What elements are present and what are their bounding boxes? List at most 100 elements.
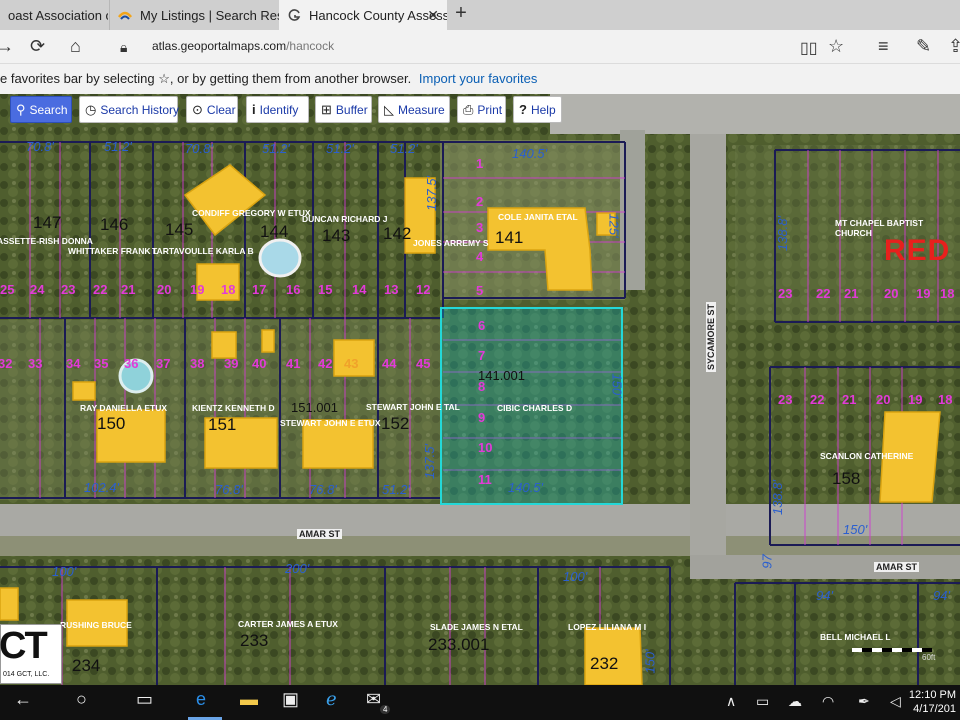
pen-icon[interactable]: ✒ [858, 693, 870, 710]
page-favicon-icon [287, 8, 301, 22]
parcel-number: 151.001 [291, 400, 338, 415]
print-button[interactable]: ⎙ Print [457, 96, 506, 123]
tab-coast-association[interactable]: oast Association of Re [0, 0, 108, 30]
parcel-number: 232 [590, 654, 619, 673]
parcel-number: 234 [72, 656, 101, 675]
owner-label: STEWART JOHN E ETUX [280, 418, 381, 428]
street-label-sycamore: SYCAMORE ST [706, 301, 717, 373]
parcel-number: 152 [381, 414, 410, 433]
owner-label: DUNCAN RICHARD J [302, 214, 388, 224]
forward-arrow-icon[interactable]: → [0, 36, 14, 57]
store-icon[interactable]: ▣ [282, 689, 299, 710]
owner-label: LOPEZ LILIANA M I [568, 622, 647, 632]
taskbar: ← ○ ▭ e ▬ ▣ ℯ ✉ 4 ∧ ▭ ☁ ◠ ✒ ◁ 12:10 PM 4… [0, 685, 960, 720]
file-explorer-icon[interactable]: ▬ [240, 689, 258, 710]
owner-label: SCANLON CATHERINE [820, 451, 914, 461]
gct-logo: CT 014 GCT, LLC. [0, 624, 62, 684]
tab-title: My Listings | Search Results [140, 7, 279, 23]
ruler-icon: ◺ [384, 101, 394, 117]
mail-badge: 4 [380, 705, 391, 714]
parcel-number: 141 [495, 228, 524, 247]
import-favorites-link[interactable]: Import your favorites [419, 71, 538, 86]
search-history-button[interactable]: ◷ Search History [79, 96, 179, 123]
parcel-number: 151 [208, 415, 237, 434]
parcel-number: 145 [165, 220, 194, 239]
tab-my-listings[interactable]: My Listings | Search Results [109, 0, 279, 30]
tab-bar: oast Association of Re My Listings | Sea… [0, 0, 960, 30]
new-tab-icon[interactable]: + [450, 2, 472, 25]
task-view-icon[interactable]: ▭ [136, 689, 153, 710]
favorite-star-icon[interactable]: ☆ [828, 36, 844, 57]
street-label-amar-east: AMAR ST [874, 562, 919, 572]
close-tab-icon[interactable]: ✕ [427, 7, 439, 24]
listings-favicon-icon [118, 8, 132, 22]
wifi-icon[interactable]: ◠ [822, 693, 834, 710]
parcel-number: 146 [100, 215, 129, 234]
favorites-bar: e favorites bar by selecting ☆, or by ge… [0, 64, 960, 94]
identify-button[interactable]: i Identify [246, 96, 309, 123]
owner-label: CONDIFF GREGORY W ETUX [192, 208, 311, 218]
parcel-number: 144 [260, 222, 289, 241]
search-icon: ⚲ [16, 101, 26, 117]
battery-icon[interactable]: ▭ [756, 693, 769, 710]
web-note-icon[interactable]: ✎ [916, 36, 931, 57]
edge-browser-icon[interactable]: e [196, 689, 206, 710]
clock-icon: ◷ [85, 101, 97, 117]
url-field[interactable]: atlas.geoportalmaps.com/hancock [152, 39, 334, 53]
parcel-number: 142 [383, 224, 412, 243]
refresh-icon[interactable]: ⟳ [30, 36, 45, 57]
scale-bar: 60ft [852, 648, 935, 662]
clear-button[interactable]: ⊙ Clear [186, 96, 238, 123]
help-icon: ? [519, 102, 527, 117]
clock-date: 4/17/201 [913, 703, 956, 715]
favorites-message: e favorites bar by selecting ☆, or by ge… [0, 71, 412, 86]
buffer-button[interactable]: ⊞ Buffer [315, 96, 372, 123]
owner-label: CARTER JAMES A ETUX [238, 619, 338, 629]
street-label-amar-west: AMAR ST [297, 529, 342, 539]
parcel-number: 233.001 [428, 635, 490, 654]
owner-label: RUSHING BRUCE [60, 620, 132, 630]
address-bar: → ⟳ ⌂ 🔒︎ atlas.geoportalmaps.com/hancock… [0, 30, 960, 64]
parcel-number: 233 [240, 631, 269, 650]
owner-label: STEWART JOHN E TAL [366, 402, 460, 412]
clear-icon: ⊙ [192, 101, 203, 117]
help-button[interactable]: ? Help [513, 96, 562, 123]
measure-button[interactable]: ◺ Measure [378, 96, 450, 123]
mail-icon[interactable]: ✉ [366, 689, 381, 710]
volume-icon[interactable]: ◁ [890, 693, 901, 710]
owner-label: COLE JANITA ETAL [498, 212, 578, 222]
hub-icon[interactable]: ≡ [878, 36, 889, 57]
tab-hancock-county[interactable]: Hancock County Assess ✕ [279, 0, 447, 30]
printer-icon: ⎙ [463, 101, 474, 117]
search-button[interactable]: ⚲ Search [10, 96, 72, 123]
owner-label: JONES ARREMY S [413, 238, 489, 248]
owner-label: ASSETTE-RISH DONNA [0, 236, 93, 246]
clock[interactable]: 12:10 PM 4/17/201 [909, 688, 956, 716]
chevron-up-icon[interactable]: ∧ [726, 693, 736, 710]
owner-label: TARTAVOULLE KARLA B [152, 246, 254, 256]
internet-explorer-icon[interactable]: ℯ [326, 689, 337, 710]
parcel-number: 143 [322, 226, 351, 245]
reading-view-icon[interactable]: ▯▯ [800, 38, 818, 58]
parcel-number: 158 [832, 469, 861, 488]
cortana-icon[interactable]: ○ [76, 689, 87, 710]
owner-label: SLADE JAMES N ETAL [430, 622, 523, 632]
parcel-number: 150 [97, 414, 126, 433]
share-icon[interactable]: ⇪ [948, 36, 960, 57]
owner-label: WHITTAKER FRANK L [68, 246, 159, 256]
owner-label: KIENTZ KENNETH D [192, 403, 275, 413]
back-arrow-icon[interactable]: ← [14, 689, 32, 710]
map-view[interactable]: ASSETTE-RISH DONNA WHITTAKER FRANK L TAR… [0, 94, 960, 685]
info-icon: i [252, 102, 256, 117]
clock-time: 12:10 PM [908, 689, 956, 701]
lock-icon: 🔒︎ [120, 39, 128, 55]
tab-title: oast Association of Re [8, 7, 108, 23]
buffer-icon: ⊞ [321, 101, 332, 117]
home-icon[interactable]: ⌂ [70, 36, 81, 57]
screen: oast Association of Re My Listings | Sea… [0, 0, 960, 720]
cloud-icon[interactable]: ☁ [788, 693, 802, 710]
red-overlay-text: RED [884, 234, 951, 267]
owner-label: RAY DANIELLA ETUX [80, 403, 168, 413]
owner-label: BELL MICHAEL L [820, 632, 891, 642]
owner-label: CIBIC CHARLES D [497, 403, 573, 413]
